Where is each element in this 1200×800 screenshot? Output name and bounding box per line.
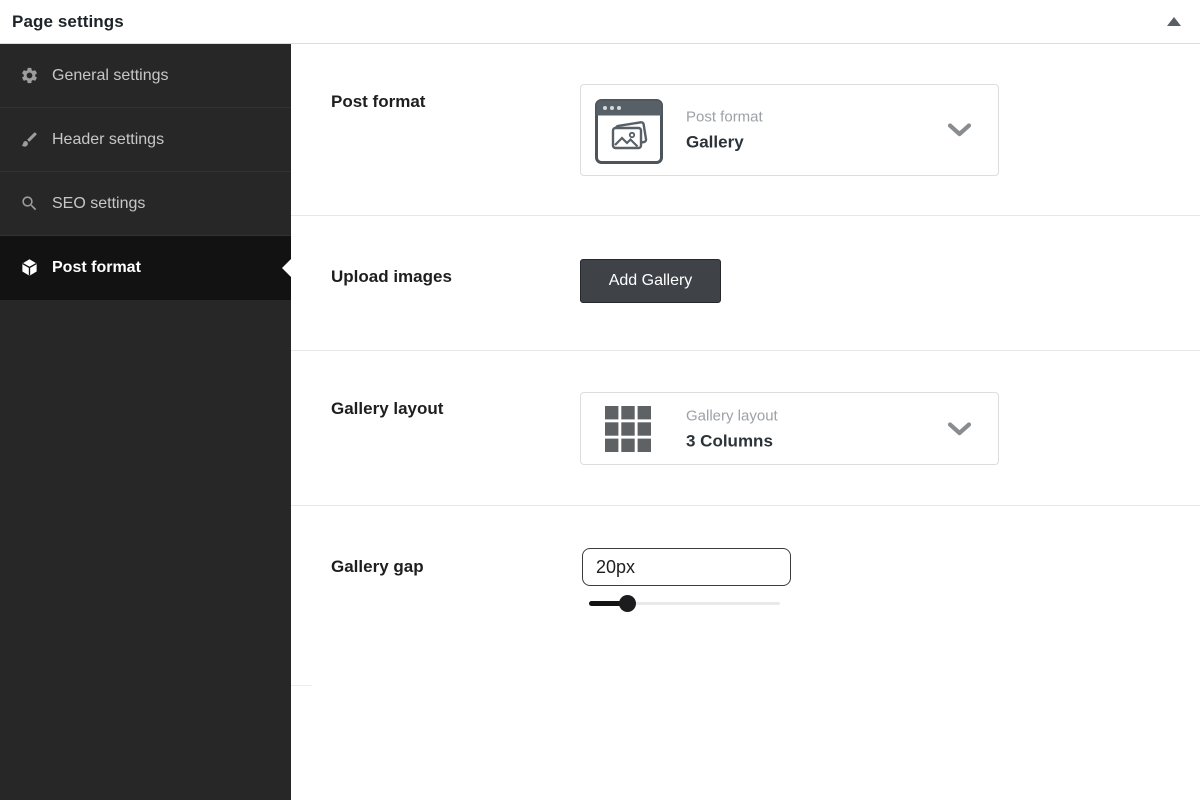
select-text-block: Post format Gallery [686, 110, 763, 151]
select-value: 3 Columns [686, 431, 773, 450]
slider-handle[interactable] [618, 595, 636, 612]
cube-icon [20, 258, 39, 277]
select-placeholder: Post format [686, 108, 763, 126]
gallery-layout-row: Gallery layout Gallery layout 3 Columns [291, 351, 1200, 506]
gallery-layout-label: Gallery layout [331, 399, 444, 418]
sidebar-item-seo-settings[interactable]: SEO settings [0, 172, 291, 236]
sidebar-item-label: Header settings [52, 130, 165, 148]
chevron-down-icon [947, 123, 972, 137]
sidebar-item-header-settings[interactable]: Header settings [0, 108, 291, 172]
post-format-select[interactable]: Post format Gallery [580, 84, 999, 176]
gallery-gap-slider[interactable] [589, 595, 780, 612]
select-text-block: Gallery layout 3 Columns [686, 408, 778, 449]
upload-images-label: Upload images [331, 267, 452, 286]
upload-images-row: Upload images Add Gallery [291, 216, 1200, 351]
grid-3x3-icon [605, 406, 651, 452]
select-placeholder: Gallery layout [686, 407, 778, 424]
brush-icon [20, 130, 39, 149]
sidebar-item-label: Post format [52, 258, 141, 276]
add-gallery-button[interactable]: Add Gallery [580, 259, 721, 303]
settings-content: Post format Post format Gallery Upload i… [291, 44, 1200, 800]
gallery-gap-label: Gallery gap [331, 557, 424, 576]
active-item-pointer [282, 258, 291, 277]
post-format-row: Post format Post format Gallery [291, 44, 1200, 216]
partial-separator [291, 685, 312, 686]
collapse-panel-button[interactable] [1162, 10, 1186, 34]
gallery-gap-input[interactable] [582, 548, 791, 586]
post-format-label: Post format [331, 92, 426, 111]
sidebar-item-label: SEO settings [52, 194, 146, 212]
gallery-layout-select[interactable]: Gallery layout 3 Columns [580, 392, 999, 465]
browser-gallery-icon [595, 99, 663, 164]
search-icon [20, 194, 39, 213]
sidebar-item-post-format[interactable]: Post format [0, 236, 291, 300]
page-title: Page settings [12, 11, 124, 31]
gallery-gap-row: Gallery gap [291, 506, 1200, 800]
gear-icon [20, 66, 39, 85]
triangle-up-icon [1167, 17, 1181, 26]
settings-sidebar: General settings Header settings SEO set… [0, 44, 291, 800]
select-value: Gallery [686, 132, 744, 152]
chevron-down-icon [947, 421, 972, 435]
panel-header: Page settings [0, 0, 1200, 44]
sidebar-item-general-settings[interactable]: General settings [0, 44, 291, 108]
sidebar-item-label: General settings [52, 66, 169, 84]
